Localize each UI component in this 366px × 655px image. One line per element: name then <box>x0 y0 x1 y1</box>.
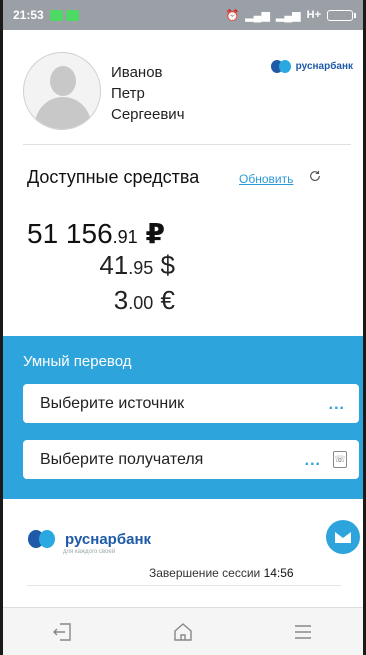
balance-eur: 3.00 € <box>114 287 175 313</box>
mail-icon <box>335 531 351 543</box>
user-first-name: Петр <box>111 85 145 102</box>
bottom-navbar <box>3 607 363 655</box>
avatar[interactable] <box>23 52 101 130</box>
balance-usd-frac: .95 <box>128 258 154 278</box>
balance-rub: 51 156.91 ₽ <box>27 220 165 248</box>
more-icon: ... <box>328 396 345 413</box>
session-label: Завершение сессии <box>149 566 261 580</box>
select-recipient-label: Выберите получателя <box>40 450 204 468</box>
avatar-head <box>50 66 76 96</box>
balance-rub-int: 51 156 <box>27 218 113 249</box>
mail-button[interactable] <box>326 520 360 554</box>
bank-logo-name: руснарбанк <box>295 61 353 72</box>
phone-screen: 21:53 ⏰ ▂▄▆ ▂▄▆ H+ Иванов Петр Сергеевич… <box>0 0 366 655</box>
user-middle-name: Сергеевич <box>111 106 185 123</box>
select-source-label: Выберите источник <box>40 394 185 412</box>
signal-icon-2: ▂▄▆ <box>275 9 301 22</box>
session-time: 14:56 <box>263 566 294 580</box>
user-full-name: Иванов Петр Сергеевич <box>111 62 185 125</box>
smart-transfer-panel: Умный перевод Выберите источник ... Выбе… <box>3 336 363 499</box>
notification-app-icon <box>49 9 63 21</box>
dollar-symbol: $ <box>160 250 175 280</box>
balance-eur-int: 3 <box>113 285 129 315</box>
battery-icon <box>327 9 356 21</box>
divider-2 <box>27 585 341 586</box>
menu-icon[interactable] <box>291 620 315 644</box>
euro-symbol: € <box>160 285 175 315</box>
status-bar: 21:53 ⏰ ▂▄▆ ▂▄▆ H+ <box>3 0 363 30</box>
bank-logo-mark-footer <box>28 530 58 548</box>
refresh-icon[interactable] <box>308 169 322 183</box>
network-type: H+ <box>306 9 321 21</box>
refresh-link[interactable]: Обновить <box>239 172 293 186</box>
more-icon-2: ... <box>304 452 321 469</box>
home-icon[interactable] <box>171 620 195 644</box>
bank-logo-footer: руснарбанк для каждого своей <box>28 530 152 555</box>
status-time: 21:53 <box>13 8 44 22</box>
contacts-icon[interactable]: ☏ <box>333 451 347 468</box>
bank-logo-name-footer: руснарбанк <box>65 530 152 548</box>
balance-rub-frac: .91 <box>112 227 138 247</box>
select-recipient-button[interactable]: Выберите получателя ... ☏ <box>23 440 359 479</box>
bank-logo-mark <box>270 60 293 73</box>
divider <box>23 144 351 145</box>
alarm-icon: ⏰ <box>225 9 240 22</box>
avatar-body <box>35 97 91 129</box>
session-info: Завершение сессии 14:56 <box>149 566 294 580</box>
smart-transfer-title: Умный перевод <box>23 353 132 370</box>
balance-usd-int: 41 <box>99 250 129 280</box>
status-icons: ⏰ ▂▄▆ ▂▄▆ H+ <box>225 9 356 22</box>
notification-app-icon-2 <box>65 9 79 21</box>
bank-tagline: для каждого своей <box>63 549 116 555</box>
profile-card: Иванов Петр Сергеевич руснарбанк <box>23 50 353 142</box>
logout-icon[interactable] <box>51 620 75 644</box>
select-source-button[interactable]: Выберите источник ... <box>23 384 359 423</box>
signal-icon: ▂▄▆ <box>245 9 270 22</box>
balance-usd: 41.95 $ <box>99 252 175 278</box>
balance-eur-frac: .00 <box>128 293 154 313</box>
ruble-symbol: ₽ <box>145 218 165 249</box>
user-last-name: Иванов <box>111 64 163 81</box>
bank-logo-header: руснарбанк <box>270 60 353 73</box>
balance-title: Доступные средства <box>27 167 200 187</box>
